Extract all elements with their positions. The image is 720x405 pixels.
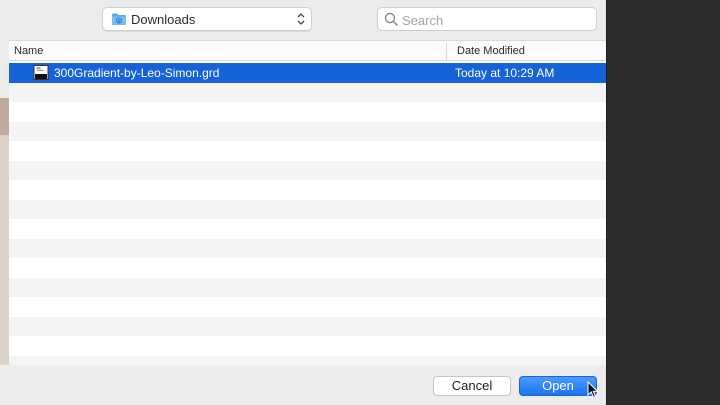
file-date-modified: Today at 10:29 AM: [455, 66, 555, 80]
mouse-pointer-icon: [587, 381, 599, 398]
table-row: [9, 316, 606, 336]
table-header: Name Date Modified: [9, 40, 606, 61]
open-file-dialog: Downloads Name Date Modified: [0, 0, 607, 405]
search-icon: [384, 12, 399, 27]
table-row: [9, 297, 606, 317]
table-row: [9, 277, 606, 297]
file-list[interactable]: Name Date Modified 300Gradient-by-Leo-Si…: [9, 40, 606, 365]
table-row: [9, 336, 606, 356]
column-header-name[interactable]: Name: [14, 45, 43, 57]
table-row: [9, 141, 606, 161]
table-row: [9, 258, 606, 278]
file-rows: 300Gradient-by-Leo-Simon.grd Today at 10…: [9, 63, 606, 365]
table-row: [9, 238, 606, 258]
table-row: [9, 102, 606, 122]
table-row[interactable]: 300Gradient-by-Leo-Simon.grd Today at 10…: [9, 63, 606, 83]
folder-icon: [112, 13, 126, 25]
column-header-date-modified[interactable]: Date Modified: [457, 45, 525, 57]
grd-file-icon: [33, 65, 49, 80]
table-row: [9, 355, 606, 365]
file-name: 300Gradient-by-Leo-Simon.grd: [54, 66, 220, 80]
table-row: [9, 199, 606, 219]
table-row: [9, 160, 606, 180]
column-divider[interactable]: [446, 43, 447, 60]
open-button[interactable]: Open: [519, 376, 597, 396]
table-row: [9, 219, 606, 239]
search-field[interactable]: [377, 7, 597, 31]
cancel-button[interactable]: Cancel: [433, 376, 511, 396]
location-popup[interactable]: Downloads: [102, 7, 312, 31]
chevron-updown-icon: [297, 13, 305, 25]
table-row: [9, 82, 606, 102]
background-window-edge: [0, 98, 9, 365]
search-input[interactable]: [402, 11, 590, 29]
table-row: [9, 121, 606, 141]
table-row: [9, 180, 606, 200]
location-label: Downloads: [131, 12, 196, 27]
